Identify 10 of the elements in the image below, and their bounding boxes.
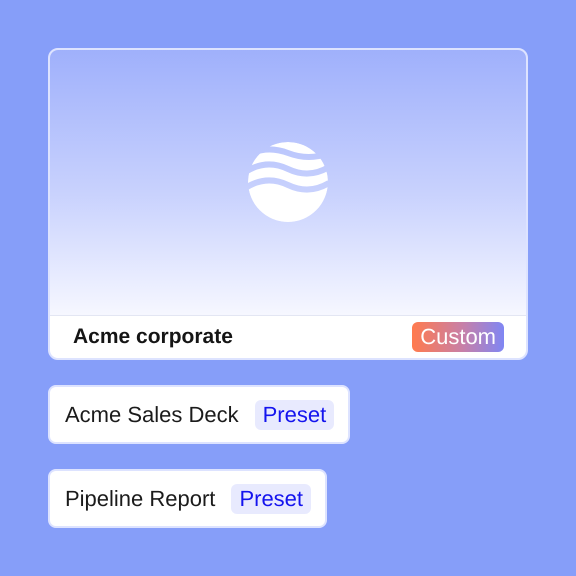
preset-badge: Preset: [231, 484, 312, 514]
template-item[interactable]: Pipeline Report Preset: [48, 469, 328, 528]
template-name: Pipeline Report: [65, 486, 216, 512]
template-name: Acme corporate: [73, 325, 233, 350]
custom-badge: Custom: [412, 322, 504, 352]
template-name: Acme Sales Deck: [65, 402, 239, 428]
preset-badge: Preset: [254, 400, 334, 430]
logo-icon: [247, 140, 329, 222]
template-item[interactable]: Acme Sales Deck Preset: [48, 385, 350, 444]
template-card[interactable]: Acme corporate Custom: [48, 48, 528, 360]
